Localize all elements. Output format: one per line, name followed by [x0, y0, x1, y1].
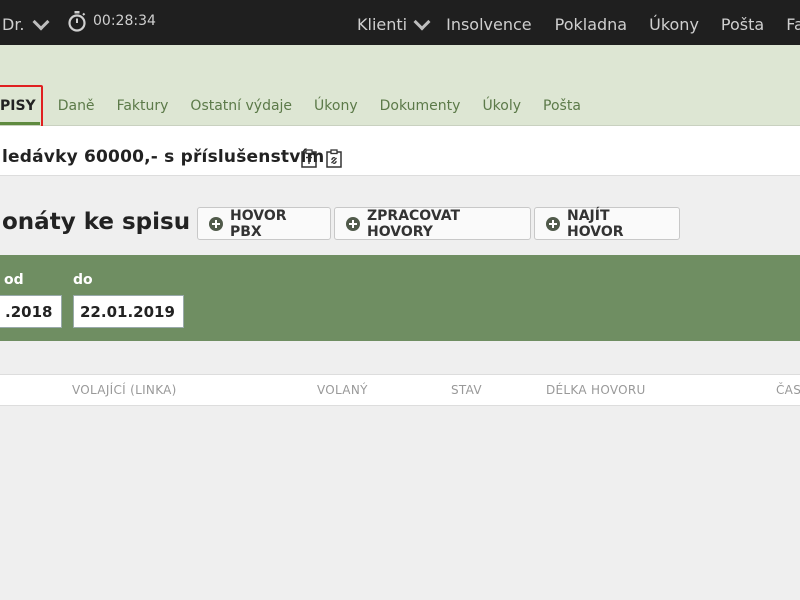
document-text-icon[interactable] — [301, 149, 317, 168]
nav-faktury[interactable]: Fakt — [786, 15, 800, 34]
chevron-down-icon — [413, 13, 431, 30]
main-nav: Klienti Insolvence Pokladna Úkony Pošta … — [357, 13, 800, 34]
plus-circle-icon — [346, 216, 360, 231]
hovor-pbx-label: HOVOR PBX — [230, 207, 287, 240]
case-title: ledávky 60000,- s příslušenstvím — [2, 147, 325, 167]
hovor-pbx-button[interactable]: HOVOR PBX — [197, 207, 331, 240]
column-volajici[interactable]: VOLAJÍCÍ (LINKA) — [72, 383, 177, 397]
column-cas[interactable]: ČAS — [776, 383, 800, 397]
plus-circle-icon — [209, 216, 223, 231]
date-from-label: od — [4, 272, 24, 288]
nav-klienti[interactable]: Klienti — [357, 13, 431, 34]
nav-pokladna[interactable]: Pokladna — [555, 15, 627, 34]
tab-dane[interactable]: Daně — [58, 98, 95, 114]
tab-ukoly[interactable]: Úkoly — [482, 98, 521, 114]
date-to-input[interactable]: 22.01.2019 — [73, 295, 184, 328]
tab-dokumenty[interactable]: Dokumenty — [380, 98, 461, 114]
date-from-input[interactable]: .2018 — [0, 295, 62, 328]
nav-klienti-label: Klienti — [357, 15, 408, 34]
zpracovat-hovory-label: ZPRACOVAT HOVORY — [367, 207, 461, 240]
najit-hovor-button[interactable]: NAJÍT HOVOR — [534, 207, 680, 240]
nav-ukony[interactable]: Úkony — [649, 15, 699, 34]
column-stav[interactable]: STAV — [451, 383, 482, 397]
session-timer: 00:28:34 — [67, 10, 156, 32]
date-to-label: do — [73, 272, 93, 288]
plus-circle-icon — [546, 216, 560, 231]
chevron-down-icon — [32, 13, 50, 30]
tab-ukony[interactable]: Úkony — [314, 98, 358, 114]
user-menu[interactable]: Dr. — [2, 13, 50, 34]
nav-posta[interactable]: Pošta — [721, 15, 764, 34]
document-link-icon[interactable] — [326, 149, 342, 168]
najit-hovor-label: NAJÍT HOVOR — [567, 207, 624, 240]
tab-posta[interactable]: Pošta — [543, 98, 581, 114]
nav-insolvence[interactable]: Insolvence — [446, 15, 532, 34]
user-label: Dr. — [2, 15, 25, 34]
top-bar: Dr. 00:28:34 Klienti Insolvence Pokladna… — [0, 0, 800, 45]
tab-strip: PISY Daně Faktury Ostatní výdaje Úkony D… — [0, 45, 800, 126]
case-tabs: PISY Daně Faktury Ostatní výdaje Úkony D… — [0, 98, 603, 125]
stopwatch-icon — [68, 11, 86, 32]
timer-value: 00:28:34 — [93, 13, 156, 29]
column-volany[interactable]: VOLANÝ — [317, 383, 368, 397]
tab-ostatni-vydaje[interactable]: Ostatní výdaje — [190, 98, 292, 114]
zpracovat-hovory-button[interactable]: ZPRACOVAT HOVORY — [334, 207, 531, 240]
column-delka-hovoru[interactable]: DÉLKA HOVORU — [546, 383, 646, 397]
section-title: onáty ke spisu — [2, 209, 191, 235]
tab-faktury[interactable]: Faktury — [117, 98, 169, 114]
